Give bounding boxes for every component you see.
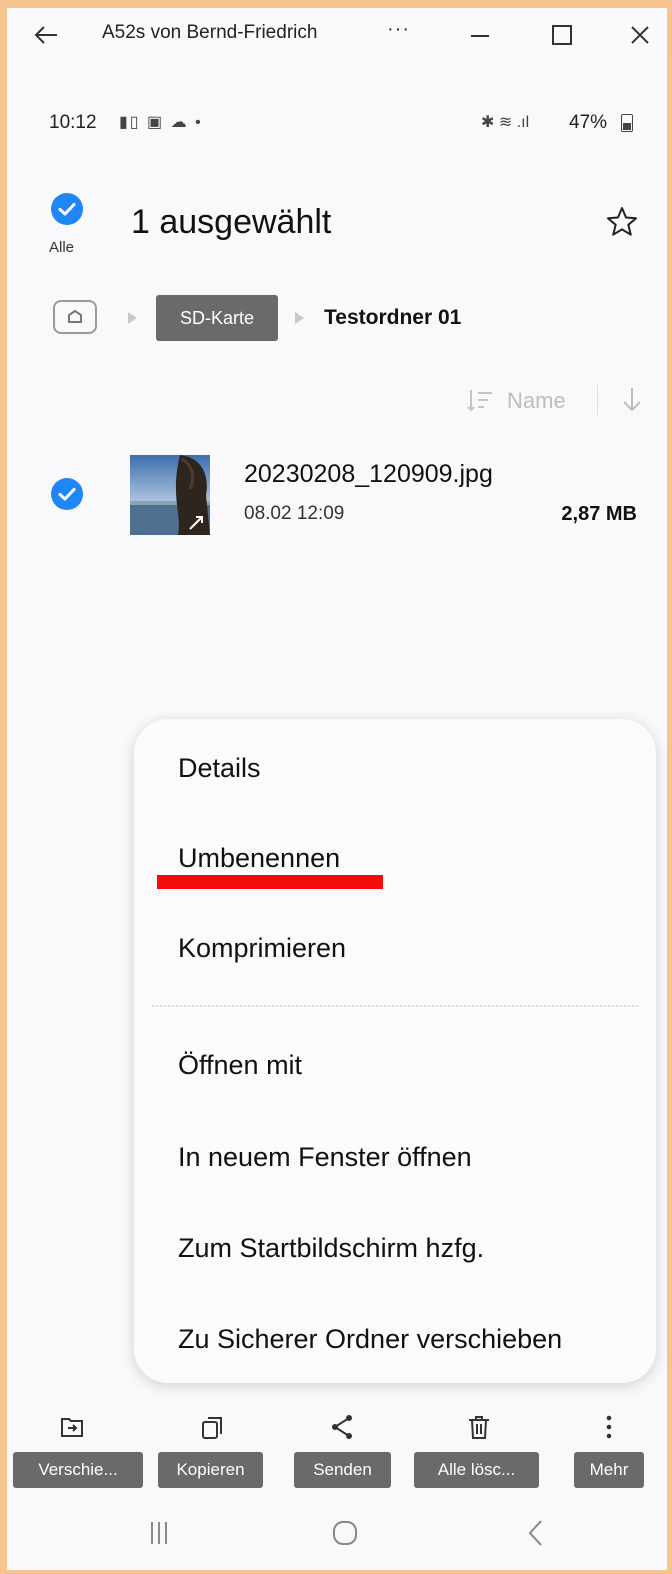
file-size: 2,87 MB — [561, 503, 637, 525]
menu-item-details[interactable]: Details — [178, 753, 261, 784]
menu-divider — [152, 1005, 638, 1007]
image-thumbnail — [130, 455, 210, 535]
menu-item-add-to-home[interactable]: Zum Startbildschirm hzfg. — [178, 1233, 484, 1264]
highlight-underline — [157, 875, 383, 889]
more-button-label[interactable]: Mehr — [574, 1452, 644, 1488]
notification-icons: ▮▯ ▣ ☁ • — [119, 114, 203, 131]
copy-button-label[interactable]: Kopieren — [158, 1452, 263, 1488]
breadcrumb-arrow-icon — [128, 312, 137, 324]
share-button-label[interactable]: Senden — [294, 1452, 391, 1488]
sort-direction-icon[interactable] — [619, 384, 645, 419]
select-all-checkbox[interactable] — [51, 193, 83, 225]
page-title: 1 ausgewählt — [131, 203, 332, 241]
breadcrumb-current-folder[interactable]: Testordner 01 — [324, 306, 461, 330]
sort-by-name[interactable]: Name — [507, 388, 566, 414]
home-nav-icon[interactable] — [330, 1518, 360, 1553]
copy-icon — [202, 1417, 222, 1439]
more-button[interactable] — [559, 1412, 659, 1446]
maximize-icon[interactable] — [547, 20, 577, 50]
phone-mirror-window: A52s von Bernd-Friedrich ··· 10:12 ▮▯ ▣ … — [7, 8, 667, 1570]
menu-item-open-with[interactable]: Öffnen mit — [178, 1050, 302, 1081]
delete-button[interactable] — [429, 1412, 529, 1446]
battery-icon — [621, 114, 633, 132]
status-time: 10:12 — [49, 112, 97, 133]
back-arrow-icon[interactable] — [31, 20, 61, 50]
menu-item-compress[interactable]: Komprimieren — [178, 933, 346, 964]
more-vertical-icon — [606, 1415, 612, 1439]
context-menu: Details Umbenennen Komprimieren Öffnen m… — [134, 719, 656, 1383]
breadcrumb-sd-card[interactable]: SD-Karte — [156, 295, 278, 341]
share-button[interactable] — [292, 1412, 392, 1446]
select-all-label[interactable]: Alle — [49, 239, 74, 256]
copy-button[interactable] — [162, 1412, 262, 1446]
recent-apps-icon[interactable] — [144, 1518, 174, 1553]
share-icon — [332, 1415, 352, 1439]
window-more-button[interactable]: ··· — [387, 18, 410, 41]
sort-icon[interactable] — [465, 385, 495, 420]
menu-item-rename[interactable]: Umbenennen — [178, 843, 340, 874]
file-date: 08.02 12:09 — [244, 503, 345, 524]
minimize-icon[interactable] — [465, 20, 495, 50]
window-title: A52s von Bernd-Friedrich — [102, 22, 318, 43]
delete-all-button-label[interactable]: Alle lösc... — [414, 1452, 539, 1488]
menu-item-move-secure-folder[interactable]: Zu Sicherer Ordner verschieben — [178, 1324, 562, 1355]
file-checkbox[interactable] — [51, 478, 83, 510]
back-nav-icon[interactable] — [521, 1518, 551, 1553]
close-icon[interactable] — [625, 20, 655, 50]
battery-percent: 47% — [569, 112, 608, 133]
star-icon[interactable] — [605, 205, 639, 244]
move-button[interactable] — [22, 1412, 122, 1446]
sort-divider — [597, 385, 598, 415]
move-button-label[interactable]: Verschie... — [13, 1452, 143, 1488]
trash-icon — [469, 1416, 489, 1439]
breadcrumb-arrow-icon — [295, 312, 304, 324]
file-name: 20230208_120909.jpg — [244, 460, 493, 488]
home-icon[interactable] — [53, 300, 97, 334]
window-titlebar: A52s von Bernd-Friedrich ··· — [7, 8, 667, 60]
menu-item-open-new-window[interactable]: In neuem Fenster öffnen — [178, 1142, 472, 1173]
system-status-icons: ✱ ≋ .ıl — [481, 114, 530, 131]
move-icon — [61, 1418, 83, 1437]
